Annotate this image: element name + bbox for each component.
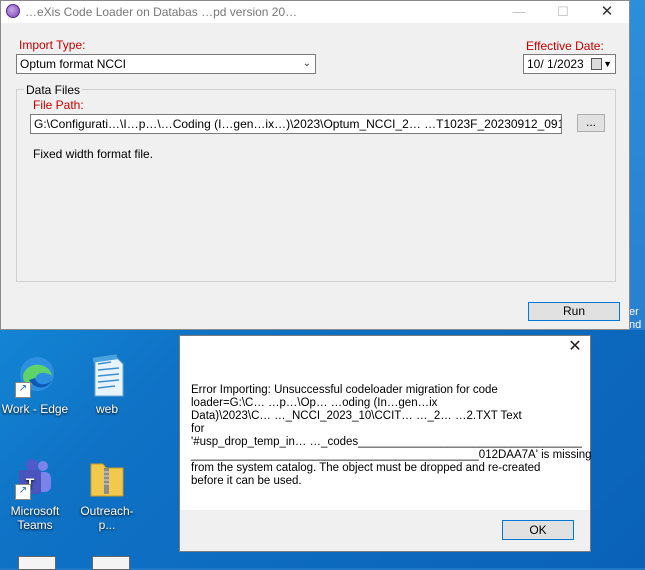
error-message-line: before it can be used. bbox=[191, 475, 302, 487]
background-window-sliver: er nd bbox=[628, 0, 645, 331]
browse-button[interactable]: ... bbox=[577, 114, 605, 132]
error-message: Error Importing: Unsuccessful codeloader… bbox=[191, 384, 592, 488]
notepad-file-icon bbox=[87, 354, 127, 398]
shortcut-arrow-icon: ↗ bbox=[15, 484, 31, 500]
minimize-button[interactable]: — bbox=[497, 1, 541, 23]
calendar-icon bbox=[591, 58, 602, 70]
error-message-line: for bbox=[191, 423, 205, 435]
error-message-line: ________________________________________… bbox=[191, 449, 592, 461]
desktop-icon-label: Outreach-p... bbox=[80, 504, 134, 532]
chevron-down-icon: ⌄ bbox=[302, 58, 311, 69]
zip-folder-icon bbox=[87, 456, 127, 500]
effective-date-picker[interactable]: 10/ 1/2023 ▼ bbox=[523, 54, 616, 74]
run-button[interactable]: Run bbox=[528, 302, 620, 321]
desktop-icon-web[interactable]: web bbox=[72, 354, 142, 416]
effective-date-label: Effective Date: bbox=[526, 39, 604, 53]
file-path-label: File Path: bbox=[33, 98, 84, 112]
error-message-line: Error Importing: Unsuccessful codeloader… bbox=[191, 384, 498, 396]
teams-icon: T ↗ bbox=[15, 456, 55, 500]
desktop-icon-teams[interactable]: T ↗ Microsoft Teams bbox=[0, 456, 70, 532]
error-message-line: '#usp_drop_temp_in… …_codes_____________… bbox=[191, 436, 582, 448]
sliver-text-1: er bbox=[629, 306, 639, 318]
desktop-icon-label: Microsoft Teams bbox=[10, 504, 60, 532]
import-type-select[interactable]: Optum format NCCI ⌄ bbox=[16, 54, 316, 74]
close-button[interactable]: ✕ bbox=[585, 1, 629, 23]
maximize-button[interactable]: ☐ bbox=[541, 1, 585, 23]
error-message-line: from the system catalog. The object must… bbox=[191, 462, 541, 474]
ok-button[interactable]: OK bbox=[502, 520, 574, 540]
data-files-group-label: Data Files bbox=[24, 83, 83, 97]
import-type-label: Import Type: bbox=[19, 38, 86, 52]
edge-icon: ↗ bbox=[15, 354, 55, 398]
import-type-value: Optum format NCCI bbox=[20, 57, 127, 71]
desktop-icon-work-edge[interactable]: ↗ Work - Edge bbox=[0, 354, 70, 416]
desktop-icon-label: Work - Edge bbox=[1, 402, 69, 416]
title-bar: …eXis Code Loader on Databas …pd version… bbox=[1, 1, 629, 23]
window-title: …eXis Code Loader on Databas …pd version… bbox=[25, 5, 298, 19]
format-note: Fixed width format file. bbox=[33, 147, 154, 161]
file-path-input[interactable]: G:\Configurati…\I…p…\…Coding (I…gen…ix…)… bbox=[30, 114, 562, 134]
error-message-line: loader=G:\C… …p…\Op… …oding (In…gen…ix bbox=[191, 397, 438, 409]
dropdown-arrow-icon: ▼ bbox=[603, 59, 612, 69]
desktop-icon-label: web bbox=[95, 402, 118, 416]
dialog-close-button[interactable]: ✕ bbox=[565, 338, 585, 356]
sliver-text-2: nd bbox=[629, 319, 642, 331]
shortcut-arrow-icon: ↗ bbox=[15, 382, 31, 398]
desktop-icon-outreach[interactable]: Outreach-p... bbox=[72, 456, 142, 532]
app-icon bbox=[6, 4, 20, 18]
effective-date-value: 10/ 1/2023 bbox=[527, 57, 584, 71]
error-message-line: Data)\2023\C… …_NCCI_2023_10\CCIT… …_2… … bbox=[191, 410, 522, 422]
